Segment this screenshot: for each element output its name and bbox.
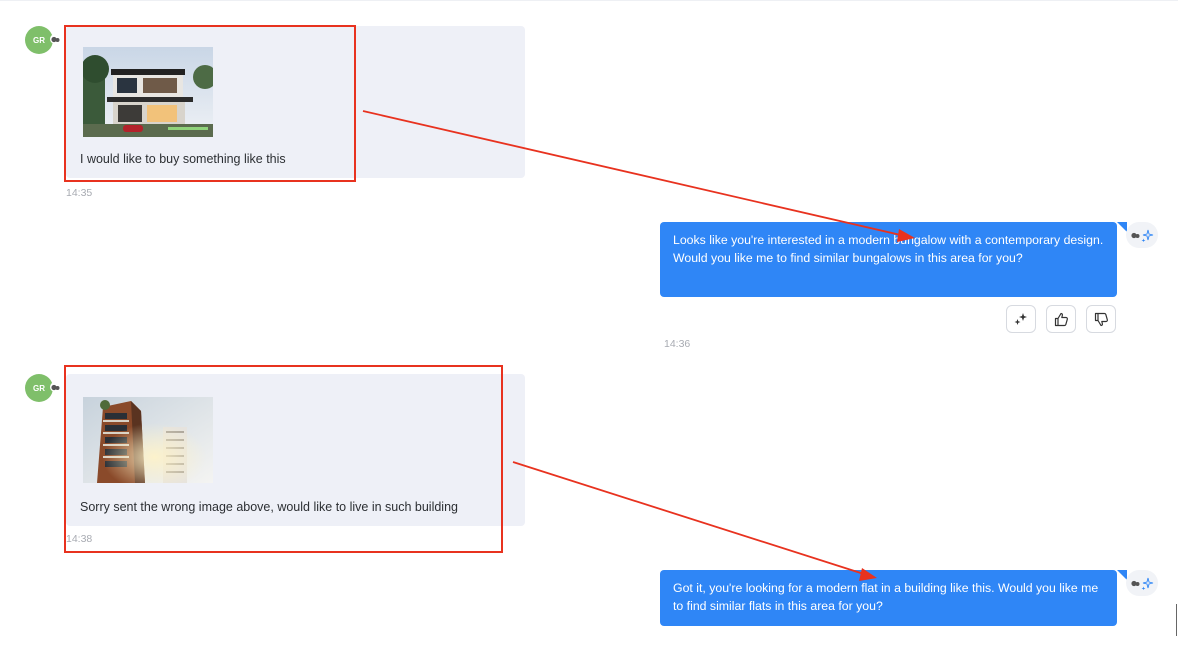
annotation-arrows — [362, 110, 915, 581]
annotation-arrow — [362, 110, 906, 237]
arrow-head — [897, 229, 915, 242]
annotation-arrow — [512, 461, 868, 576]
arrow-head — [859, 568, 877, 581]
